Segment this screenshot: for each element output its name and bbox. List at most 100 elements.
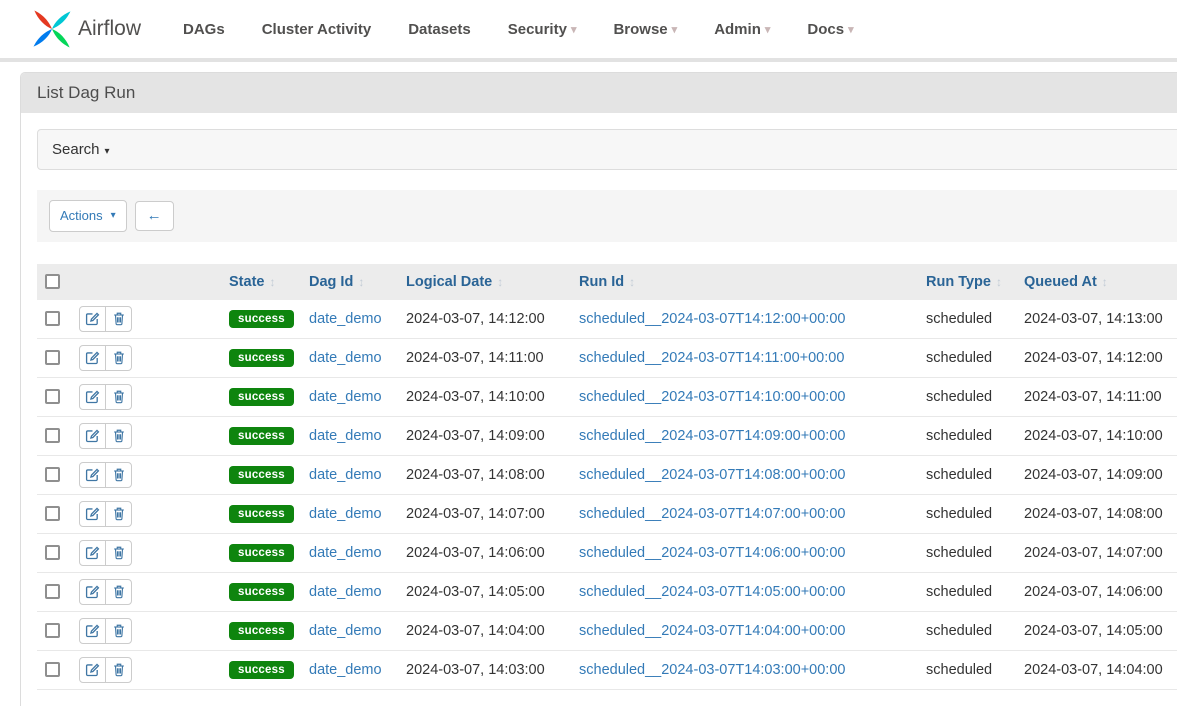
edit-record-button[interactable] bbox=[79, 423, 106, 449]
edit-icon bbox=[85, 311, 100, 326]
sort-icon[interactable]: ↕ bbox=[1102, 275, 1108, 289]
logical-date-cell: 2024-03-07, 14:08:00 bbox=[398, 455, 571, 494]
dag-id-link[interactable]: date_demo bbox=[309, 311, 382, 327]
edit-icon bbox=[85, 584, 100, 599]
row-checkbox[interactable] bbox=[45, 389, 60, 404]
delete-record-button[interactable] bbox=[105, 501, 132, 527]
column-header-run-id[interactable]: Run Id ↕ bbox=[571, 264, 918, 300]
row-checkbox[interactable] bbox=[45, 311, 60, 326]
run-type-cell: scheduled bbox=[918, 377, 1016, 416]
state-badge: success bbox=[229, 544, 294, 562]
run-id-link[interactable]: scheduled__2024-03-07T14:12:00+00:00 bbox=[579, 311, 845, 327]
nav-item-label: Admin bbox=[714, 21, 761, 38]
run-id-link[interactable]: scheduled__2024-03-07T14:04:00+00:00 bbox=[579, 623, 845, 639]
back-button[interactable]: ← bbox=[135, 201, 174, 231]
column-header-queued-at[interactable]: Queued At↕ bbox=[1016, 264, 1177, 300]
logical-date-cell: 2024-03-07, 14:05:00 bbox=[398, 572, 571, 611]
state-cell: success bbox=[221, 300, 301, 339]
delete-record-button[interactable] bbox=[105, 657, 132, 683]
row-actions-cell bbox=[71, 533, 221, 572]
edit-record-button[interactable] bbox=[79, 384, 106, 410]
run-id-link[interactable]: scheduled__2024-03-07T14:11:00+00:00 bbox=[579, 350, 844, 366]
column-header-label: Run Id bbox=[579, 274, 624, 290]
airflow-logo[interactable]: Airflow bbox=[30, 7, 141, 51]
edit-record-button[interactable] bbox=[79, 345, 106, 371]
nav-item-cluster-activity[interactable]: Cluster Activity bbox=[262, 21, 371, 38]
dag-id-link[interactable]: date_demo bbox=[309, 350, 382, 366]
edit-record-button[interactable] bbox=[79, 657, 106, 683]
row-checkbox[interactable] bbox=[45, 662, 60, 677]
column-header-logical-date[interactable]: Logical Date↕ bbox=[398, 264, 571, 300]
row-checkbox[interactable] bbox=[45, 350, 60, 365]
run-id-link[interactable]: scheduled__2024-03-07T14:10:00+00:00 bbox=[579, 389, 845, 405]
delete-record-button[interactable] bbox=[105, 423, 132, 449]
nav-item-label: Cluster Activity bbox=[262, 21, 371, 38]
delete-record-button[interactable] bbox=[105, 345, 132, 371]
actions-button[interactable]: Actions▾ bbox=[49, 200, 127, 232]
list-dag-run-panel: List Dag Run Search▾ Actions▾ ← bbox=[20, 72, 1177, 706]
run-id-link[interactable]: scheduled__2024-03-07T14:08:00+00:00 bbox=[579, 467, 845, 483]
delete-record-button[interactable] bbox=[105, 579, 132, 605]
run-id-link[interactable]: scheduled__2024-03-07T14:03:00+00:00 bbox=[579, 662, 845, 678]
dag-id-link[interactable]: date_demo bbox=[309, 623, 382, 639]
edit-record-button[interactable] bbox=[79, 306, 106, 332]
delete-record-button[interactable] bbox=[105, 462, 132, 488]
state-badge: success bbox=[229, 622, 294, 640]
dag-id-link[interactable]: date_demo bbox=[309, 467, 382, 483]
dag-id-cell: date_demo bbox=[301, 611, 398, 650]
nav-item-security[interactable]: Security▾ bbox=[508, 21, 577, 38]
sort-icon[interactable]: ↕ bbox=[269, 275, 275, 289]
nav-item-browse[interactable]: Browse▾ bbox=[613, 21, 677, 38]
edit-record-button[interactable] bbox=[79, 462, 106, 488]
sort-icon[interactable]: ↕ bbox=[629, 275, 635, 289]
brand-name: Airflow bbox=[78, 17, 141, 41]
state-badge: success bbox=[229, 427, 294, 445]
edit-record-button[interactable] bbox=[79, 501, 106, 527]
row-select-cell bbox=[37, 650, 71, 689]
run-id-link[interactable]: scheduled__2024-03-07T14:05:00+00:00 bbox=[579, 584, 845, 600]
select-all-checkbox[interactable] bbox=[45, 274, 60, 289]
delete-record-button[interactable] bbox=[105, 618, 132, 644]
queued-at-cell: 2024-03-07, 14:05:00 bbox=[1016, 611, 1177, 650]
dag-id-link[interactable]: date_demo bbox=[309, 428, 382, 444]
sort-icon[interactable]: ↕ bbox=[497, 275, 503, 289]
row-checkbox[interactable] bbox=[45, 506, 60, 521]
dag-id-cell: date_demo bbox=[301, 494, 398, 533]
nav-item-admin[interactable]: Admin▾ bbox=[714, 21, 770, 38]
table-row: successdate_demo2024-03-07, 14:09:00sche… bbox=[37, 416, 1177, 455]
sort-icon[interactable]: ↕ bbox=[358, 275, 364, 289]
run-type-cell: scheduled bbox=[918, 611, 1016, 650]
nav-item-datasets[interactable]: Datasets bbox=[408, 21, 471, 38]
sort-icon[interactable]: ↕ bbox=[996, 275, 1002, 289]
queued-at-cell: 2024-03-07, 14:04:00 bbox=[1016, 650, 1177, 689]
delete-record-button[interactable] bbox=[105, 384, 132, 410]
run-id-cell: scheduled__2024-03-07T14:04:00+00:00 bbox=[571, 611, 918, 650]
delete-record-button[interactable] bbox=[105, 306, 132, 332]
dag-id-link[interactable]: date_demo bbox=[309, 389, 382, 405]
dag-id-link[interactable]: date_demo bbox=[309, 545, 382, 561]
nav-item-docs[interactable]: Docs▾ bbox=[807, 21, 853, 38]
nav-item-dags[interactable]: DAGs bbox=[183, 21, 225, 38]
column-header-state[interactable]: State↕ bbox=[221, 264, 301, 300]
dag-id-link[interactable]: date_demo bbox=[309, 662, 382, 678]
column-header-dag-id[interactable]: Dag Id↕ bbox=[301, 264, 398, 300]
row-checkbox[interactable] bbox=[45, 428, 60, 443]
row-actions-cell bbox=[71, 416, 221, 455]
delete-record-button[interactable] bbox=[105, 540, 132, 566]
edit-record-button[interactable] bbox=[79, 540, 106, 566]
state-cell: success bbox=[221, 416, 301, 455]
row-checkbox[interactable] bbox=[45, 584, 60, 599]
dag-id-link[interactable]: date_demo bbox=[309, 506, 382, 522]
run-id-link[interactable]: scheduled__2024-03-07T14:07:00+00:00 bbox=[579, 506, 845, 522]
column-header-run-type[interactable]: Run Type↕ bbox=[918, 264, 1016, 300]
run-id-link[interactable]: scheduled__2024-03-07T14:09:00+00:00 bbox=[579, 428, 845, 444]
row-checkbox[interactable] bbox=[45, 467, 60, 482]
dag-id-link[interactable]: date_demo bbox=[309, 584, 382, 600]
row-checkbox[interactable] bbox=[45, 623, 60, 638]
row-checkbox[interactable] bbox=[45, 545, 60, 560]
edit-record-button[interactable] bbox=[79, 618, 106, 644]
edit-record-button[interactable] bbox=[79, 579, 106, 605]
table-row: successdate_demo2024-03-07, 14:07:00sche… bbox=[37, 494, 1177, 533]
search-dropdown[interactable]: Search▾ bbox=[37, 129, 1177, 170]
run-id-link[interactable]: scheduled__2024-03-07T14:06:00+00:00 bbox=[579, 545, 845, 561]
